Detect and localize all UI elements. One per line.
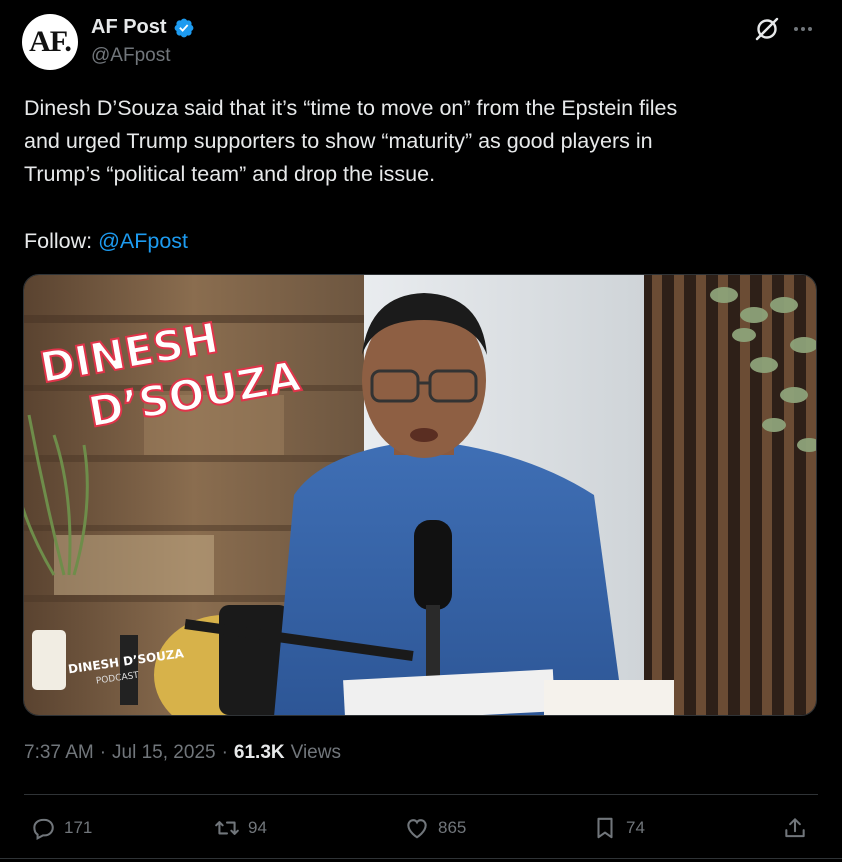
- follow-label: Follow:: [24, 229, 99, 253]
- views-count: 61.3K: [233, 742, 285, 763]
- tweet-card: AF. AF Post @AFpost Dinesh D’Souza said …: [0, 0, 842, 862]
- video-frame: DINESH D’SOUZA DINESH D’SOUZA PODCAST: [24, 275, 816, 715]
- avatar[interactable]: AF.: [22, 14, 78, 70]
- tweet-meta: 7:37 AM · Jul 15, 2025 · 61.3K Views: [24, 742, 341, 764]
- reply-button[interactable]: 171: [30, 810, 92, 846]
- reply-icon: [33, 818, 54, 841]
- tweet-text: Dinesh D’Souza said that it’s “time to m…: [24, 96, 678, 186]
- reply-count: 171: [64, 818, 93, 837]
- repost-count: 94: [248, 818, 267, 837]
- bookmark-button[interactable]: 74: [592, 810, 645, 846]
- like-icon: [407, 819, 427, 839]
- like-button[interactable]: 865: [404, 810, 466, 846]
- repost-button[interactable]: 94: [214, 810, 267, 846]
- bottom-border: [0, 858, 842, 859]
- repost-icon: [215, 821, 239, 835]
- verified-badge-icon: [174, 18, 193, 37]
- meta-separator: ·: [221, 742, 228, 763]
- video-player[interactable]: DINESH D’SOUZA DINESH D’SOUZA PODCAST: [23, 274, 817, 716]
- share-button[interactable]: [782, 810, 808, 846]
- action-bar: 171 94 865 74: [24, 810, 818, 846]
- author-handle[interactable]: @AFpost: [91, 45, 170, 67]
- meta-separator: ·: [99, 742, 107, 763]
- tweet-time[interactable]: 7:37 AM: [24, 742, 94, 764]
- tweet-date[interactable]: Jul 15, 2025: [112, 742, 216, 764]
- share-icon: [785, 818, 805, 838]
- follow-mention-link[interactable]: @AFpost: [98, 229, 188, 253]
- bookmark-icon: [597, 817, 613, 839]
- grok-icon[interactable]: [754, 16, 780, 42]
- follow-line: Follow: @AFpost: [24, 225, 188, 258]
- divider: [24, 794, 818, 795]
- author-name[interactable]: AF Post: [91, 16, 167, 39]
- avatar-logo-text: AF.: [29, 25, 72, 58]
- bookmark-count: 74: [626, 818, 645, 837]
- views-label: Views: [290, 742, 341, 763]
- more-icon[interactable]: [790, 16, 816, 42]
- author-name-row: AF Post: [91, 16, 195, 39]
- like-count: 865: [438, 818, 467, 837]
